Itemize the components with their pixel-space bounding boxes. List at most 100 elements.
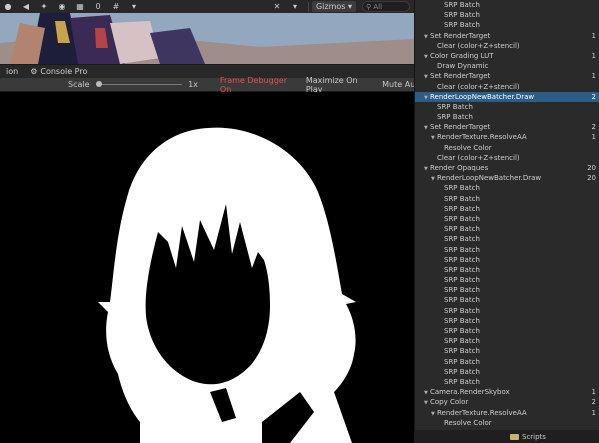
tree-row-label: SRP Batch — [444, 316, 480, 325]
tab-animation[interactable]: ion — [0, 65, 24, 78]
tree-row[interactable]: SRP Batch — [415, 295, 599, 305]
effects-icon[interactable]: ✦ — [36, 1, 52, 12]
tree-row-label: SRP Batch — [444, 337, 480, 346]
dropdown-icon[interactable]: ▾ — [126, 1, 142, 12]
tree-row[interactable]: ▼ Camera.RenderSkybox 1 — [415, 387, 599, 397]
tree-row[interactable]: SRP Batch — [415, 214, 599, 224]
tree-row-label: Set RenderTarget — [430, 31, 491, 40]
tree-row[interactable]: ▼ Set RenderTarget 2 — [415, 122, 599, 132]
tree-row[interactable]: ▼ Set RenderTarget 1 — [415, 71, 599, 81]
tree-row-label: SRP Batch — [444, 367, 480, 376]
tree-row[interactable]: Clear (color+Z+stencil) — [415, 153, 599, 163]
scale-slider-thumb[interactable] — [95, 81, 102, 87]
tree-row-label: SRP Batch — [444, 276, 480, 285]
layers-icon[interactable]: ▦ — [72, 1, 88, 12]
tree-row[interactable]: ▼ RenderTexture.ResolveAA 1 — [415, 408, 599, 418]
tree-row-label: Copy Color — [430, 398, 469, 407]
scale-label: Scale — [68, 80, 90, 89]
tree-row-label: Resolve Color — [444, 418, 492, 427]
tree-row-label: Render Opaques — [430, 164, 489, 172]
tree-row-count: 1 — [591, 408, 596, 417]
tree-row[interactable]: SRP Batch — [415, 336, 599, 346]
tree-row[interactable]: SRP Batch — [415, 0, 599, 10]
tree-row[interactable]: SRP Batch — [415, 194, 599, 204]
camera-icon[interactable]: ✕ — [269, 1, 285, 12]
tree-row[interactable]: SRP Batch — [415, 255, 599, 265]
tree-row-label: SRP Batch — [444, 214, 480, 223]
audio-toggle-icon[interactable]: ◀ — [18, 1, 34, 12]
tree-row-label: RenderTexture.ResolveAA — [437, 408, 527, 417]
tree-row[interactable]: SRP Batch — [415, 20, 599, 30]
tree-row-label: Clear (color+Z+stencil) — [437, 82, 520, 91]
tree-row[interactable]: SRP Batch — [415, 326, 599, 336]
tree-row-count: 1 — [591, 388, 596, 397]
tree-row-label: SRP Batch — [444, 21, 480, 30]
gizmo-count: 0 — [95, 2, 101, 11]
tree-row[interactable]: ▼ Set RenderTarget 1 — [415, 31, 599, 41]
tree-row-label: SRP Batch — [444, 204, 480, 213]
tree-row[interactable]: Draw Dynamic — [415, 61, 599, 71]
scale-value: 1x — [188, 80, 198, 89]
tree-row[interactable]: SRP Batch — [415, 316, 599, 326]
tree-row[interactable]: SRP Batch — [415, 234, 599, 244]
tree-row[interactable]: Resolve Color — [415, 143, 599, 153]
tree-row-count: 2 — [591, 123, 596, 132]
lighting-toggle-icon[interactable]: ● — [0, 1, 16, 12]
tree-row[interactable]: SRP Batch — [415, 357, 599, 367]
tree-row-label: SRP Batch — [444, 327, 480, 335]
tree-row[interactable]: SRP Batch — [415, 275, 599, 285]
tree-row[interactable]: SRP Batch — [415, 204, 599, 214]
tree-row[interactable]: Resolve Color — [415, 418, 599, 428]
tree-row[interactable]: Clear (color+Z+stencil) — [415, 82, 599, 92]
tab-console-pro[interactable]: ⚙ Console Pro — [24, 65, 93, 78]
tree-row[interactable]: SRP Batch — [415, 245, 599, 255]
tree-row[interactable]: SRP Batch — [415, 367, 599, 377]
tree-row-label: SRP Batch — [444, 286, 480, 295]
scale-slider-track — [95, 84, 183, 85]
tree-row-label: SRP Batch — [444, 184, 480, 193]
game-view-render[interactable] — [0, 92, 414, 443]
tree-row[interactable]: SRP Batch — [415, 183, 599, 193]
tree-row-label: SRP Batch — [444, 11, 480, 20]
tree-row-label: SRP Batch — [437, 102, 473, 111]
tab-label: ion — [6, 67, 19, 76]
scripts-folder[interactable]: Scripts — [510, 433, 546, 441]
character-silhouette-image — [0, 92, 414, 443]
tree-row[interactable]: SRP Batch — [415, 112, 599, 122]
tree-row[interactable]: ▼ RenderTexture.ResolveAA 1 — [415, 132, 599, 142]
tree-row[interactable]: SRP Batch — [415, 285, 599, 295]
tree-row[interactable]: SRP Batch — [415, 265, 599, 275]
tree-row[interactable]: ▼ RenderLoopNewBatcher.Draw 2 — [415, 91, 599, 102]
tree-row[interactable]: Clear (color+Z+stencil) — [415, 41, 599, 51]
search-icon: ⚲ — [366, 2, 372, 11]
tree-row[interactable]: SRP Batch — [415, 10, 599, 20]
hidden-objects-icon[interactable]: ◉ — [54, 1, 70, 12]
tree-row[interactable]: SRP Batch — [415, 306, 599, 316]
tools-dropdown-icon[interactable]: ▾ — [287, 1, 303, 12]
tree-row-count: 2 — [591, 92, 596, 101]
tree-row[interactable]: ▼ Copy Color 2 — [415, 397, 599, 407]
maximize-on-play-button[interactable]: Maximize On Play — [306, 76, 374, 94]
tree-row[interactable]: ▼ Color Grading LUT 1 — [415, 51, 599, 61]
gizmos-button[interactable]: Gizmos ▾ — [311, 1, 356, 12]
scene-view[interactable]: ● ◀ ✦ ◉ ▦ 0 # ▾ ✕ ▾ Gizmos ▾ ⚲ All — [0, 0, 414, 64]
grid-icon[interactable]: # — [108, 1, 124, 12]
tree-row[interactable]: SRP Batch — [415, 377, 599, 387]
scale-slider[interactable] — [95, 79, 183, 90]
tree-row-label: Color Grading LUT — [430, 51, 494, 60]
tree-row[interactable]: SRP Batch — [415, 224, 599, 234]
mute-audio-button[interactable]: Mute Au — [382, 80, 414, 89]
tree-row[interactable]: SRP Batch — [415, 346, 599, 356]
tree-row-label: SRP Batch — [437, 113, 473, 122]
scene-search-input[interactable]: ⚲ All — [362, 1, 410, 12]
tree-row-count: 1 — [591, 133, 596, 142]
tree-row[interactable]: ▼ RenderLoopNewBatcher.Draw 20 — [415, 173, 599, 183]
tree-row[interactable]: SRP Batch — [415, 102, 599, 112]
tree-row[interactable]: ▼ Render Opaques 20 — [415, 163, 599, 173]
tree-row-label: Camera.RenderSkybox — [430, 388, 510, 397]
tree-row-label: RenderLoopNewBatcher.Draw — [437, 174, 542, 183]
frame-debugger-toggle[interactable]: Frame Debugger On — [220, 76, 298, 94]
tree-row-label: RenderTexture.ResolveAA — [437, 133, 527, 142]
frame-debugger-tree[interactable]: SRP Batch SRP Batch SRP Batch ▼ Set RenderTa… — [414, 0, 599, 430]
tree-row-count: 20 — [587, 174, 596, 183]
